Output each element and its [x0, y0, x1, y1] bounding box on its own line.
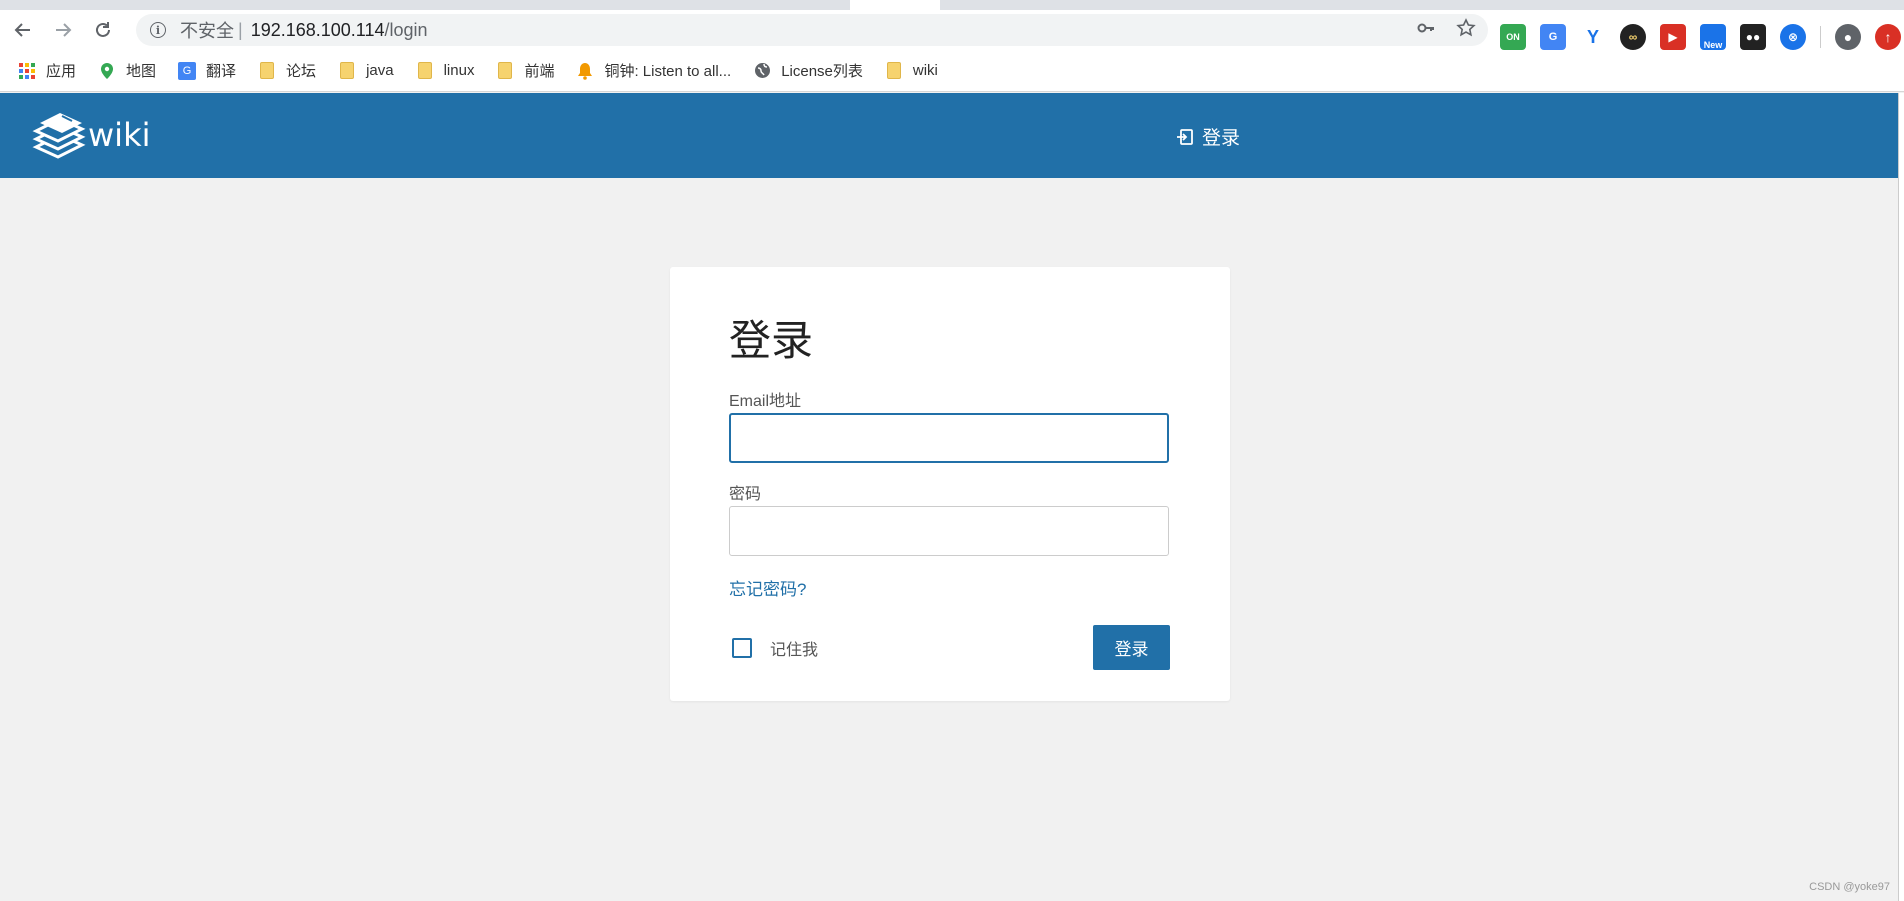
- bookmark-translate[interactable]: G 翻译: [178, 60, 236, 81]
- maps-icon: [98, 62, 116, 80]
- extensions-row: ON G Y ∞ ▶ New ●● ⊗ ● ↑: [1500, 24, 1901, 50]
- login-card: 登录 Email地址 密码 忘记密码? 记住我 登录: [670, 267, 1230, 701]
- bookmark-label: 论坛: [286, 63, 317, 80]
- update-icon[interactable]: ↑: [1875, 24, 1901, 50]
- remember-checkbox[interactable]: [732, 638, 752, 658]
- bookmark-label: wiki: [912, 62, 938, 79]
- bookmark-license[interactable]: License列表: [753, 60, 863, 81]
- bookmark-label: 翻译: [206, 63, 237, 80]
- forward-button[interactable]: [46, 13, 80, 47]
- translate-ext-icon[interactable]: G: [1540, 24, 1566, 50]
- email-field[interactable]: [729, 413, 1169, 463]
- remember-me[interactable]: 记住我: [732, 636, 818, 660]
- bookmark-java[interactable]: java: [338, 62, 394, 80]
- ext-on-icon[interactable]: ON: [1500, 24, 1526, 50]
- tab-strip: [0, 0, 1904, 10]
- header-login-label: 登录: [1202, 128, 1241, 149]
- security-label: 不安全: [180, 21, 234, 41]
- reload-icon: [96, 22, 110, 37]
- bookmark-label: 应用: [46, 63, 77, 80]
- header-login-link[interactable]: 登录: [1176, 123, 1240, 150]
- bell-icon: [576, 62, 594, 80]
- email-label: Email地址: [729, 393, 802, 410]
- arrow-left-icon: [14, 23, 30, 37]
- folder-icon: [416, 62, 434, 80]
- url-path: /login: [384, 19, 428, 40]
- new-ext-icon[interactable]: New: [1700, 24, 1726, 50]
- ext-new-label: New: [1703, 40, 1723, 50]
- bookmark-wiki[interactable]: wiki: [885, 62, 938, 80]
- star-icon[interactable]: [1456, 18, 1476, 44]
- logo-text: wiki: [88, 116, 151, 154]
- site-header: wiki 登录: [0, 93, 1898, 178]
- blue-circle-ext-icon[interactable]: ⊗: [1780, 24, 1806, 50]
- bookmark-label: 地图: [126, 63, 157, 80]
- arrow-right-icon: [56, 23, 72, 37]
- bookmark-apps[interactable]: 应用: [18, 60, 76, 81]
- password-field[interactable]: [729, 506, 1169, 556]
- apps-icon: [18, 62, 36, 80]
- bookmark-label: License列表: [781, 63, 863, 80]
- site-logo[interactable]: wiki: [32, 111, 150, 159]
- bookmark-tongzhong[interactable]: 铜钟: Listen to all...: [576, 60, 731, 81]
- window-edge: [1898, 93, 1904, 901]
- remember-label: 记住我: [770, 642, 819, 659]
- y-ext-icon[interactable]: Y: [1580, 24, 1606, 50]
- bookmark-label: 前端: [524, 63, 555, 80]
- bookmark-maps[interactable]: 地图: [98, 60, 156, 81]
- forward-ext-icon[interactable]: ▶: [1660, 24, 1686, 50]
- infinity-ext-icon[interactable]: ∞: [1620, 24, 1646, 50]
- reload-button[interactable]: [86, 13, 120, 47]
- forgot-password-link[interactable]: 忘记密码?: [729, 575, 806, 600]
- address-bar[interactable]: i 不安全 | 192.168.100.114 /login: [136, 14, 1488, 46]
- url-separator: |: [238, 19, 243, 40]
- active-tab[interactable]: [850, 0, 940, 10]
- bookmark-label: 铜钟: Listen to all...: [604, 63, 732, 80]
- toolbar-divider: [1820, 26, 1821, 48]
- sign-in-icon: [1177, 128, 1193, 145]
- bookmark-linux[interactable]: linux: [416, 62, 475, 80]
- browser-toolbar: i 不安全 | 192.168.100.114 /login ON G Y ∞ …: [0, 10, 1904, 50]
- info-icon[interactable]: i: [150, 22, 166, 38]
- bookmark-label: linux: [443, 62, 475, 79]
- bookmark-forum[interactable]: 论坛: [258, 60, 316, 81]
- globe-icon: [753, 62, 771, 80]
- ext-on-label: ON: [1506, 32, 1520, 42]
- page-title: 登录: [729, 317, 814, 364]
- folder-icon: [885, 62, 903, 80]
- bookmarks-bar: 应用 地图 G 翻译 论坛 java linux 前端 铜钟: Listen t…: [0, 50, 1904, 92]
- watermark: CSDN @yoke97: [1809, 881, 1890, 893]
- back-button[interactable]: [6, 13, 40, 47]
- folder-icon: [258, 62, 276, 80]
- key-icon[interactable]: [1416, 18, 1436, 44]
- tampermonkey-ext-icon[interactable]: ●●: [1740, 24, 1766, 50]
- bookmark-frontend[interactable]: 前端: [496, 60, 554, 81]
- profile-icon[interactable]: ●: [1835, 24, 1861, 50]
- url-host: 192.168.100.114: [250, 19, 385, 40]
- bookmark-label: java: [366, 62, 394, 79]
- login-button[interactable]: 登录: [1093, 625, 1170, 670]
- books-logo-icon: [32, 113, 86, 159]
- folder-icon: [496, 62, 514, 80]
- translate-icon: G: [178, 61, 197, 80]
- folder-icon: [338, 62, 356, 80]
- password-label: 密码: [729, 486, 762, 503]
